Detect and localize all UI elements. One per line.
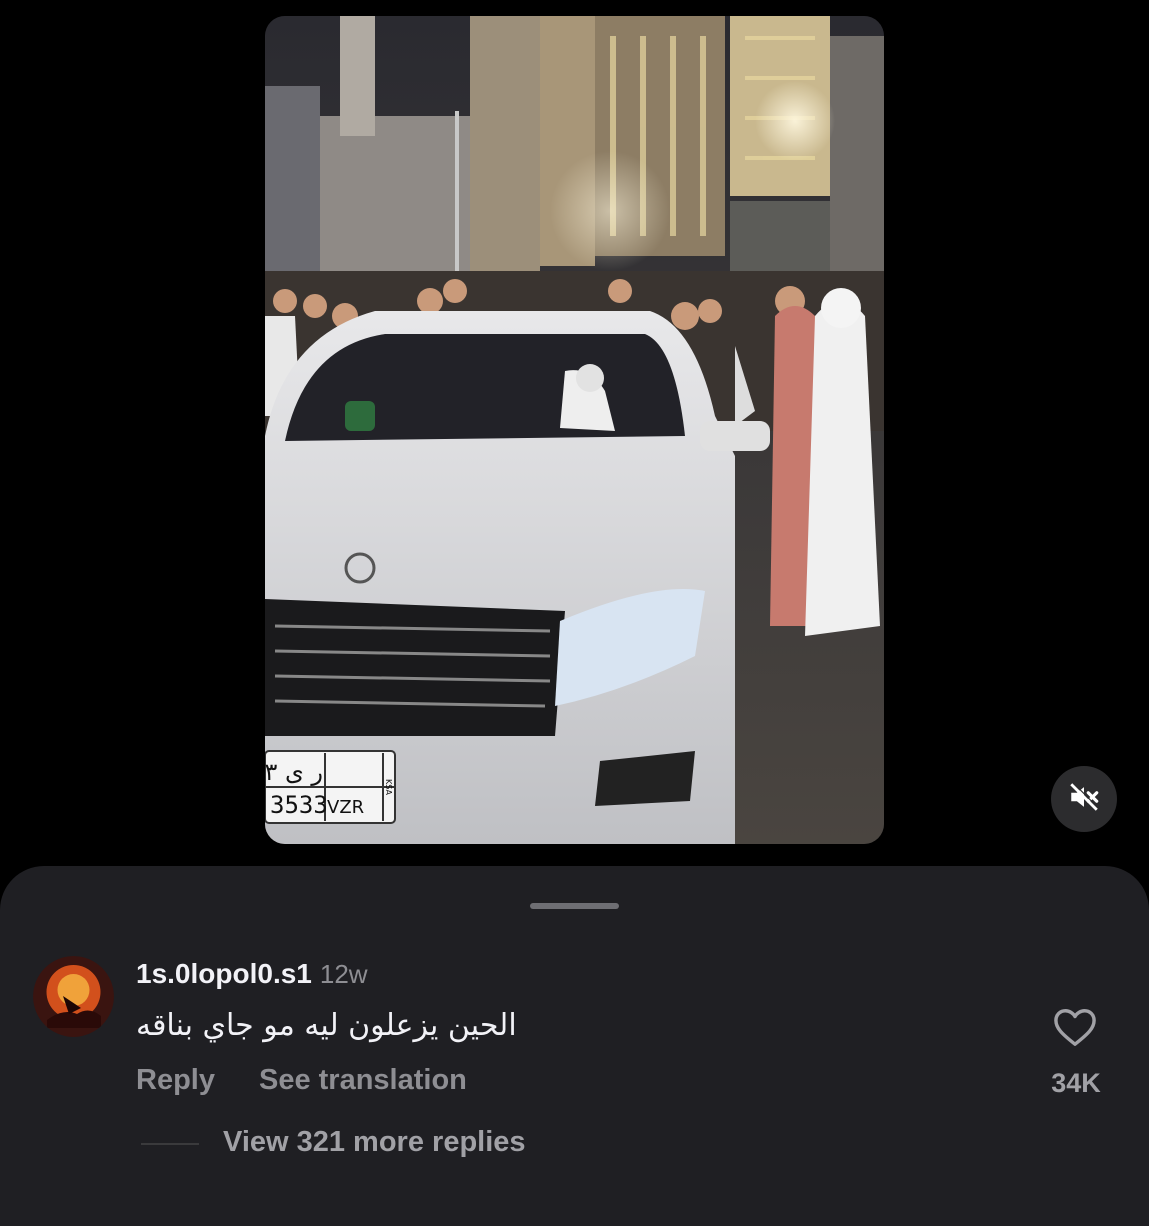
reply-button[interactable]: Reply (136, 1064, 215, 1096)
plate-arabic-number: ر ى ٣٥٣٣ (265, 758, 323, 786)
replies-divider (141, 1143, 199, 1145)
sheet-grabber[interactable] (530, 903, 619, 909)
video-player[interactable]: ر ى ٣٥٣٣ 3533 VZR KSA (265, 16, 884, 844)
plate-latin-number: 3533 (270, 791, 328, 819)
view-replies-button[interactable]: View 321 more replies (223, 1126, 526, 1159)
video-frame: ر ى ٣٥٣٣ 3533 VZR KSA (265, 16, 884, 844)
speaker-muted-icon (1067, 780, 1101, 819)
comment-timestamp: 12w (319, 959, 368, 989)
comment-username[interactable]: 1s.0lopol0.s1 (136, 958, 312, 989)
like-button[interactable] (1052, 1006, 1098, 1053)
see-translation-button[interactable]: See translation (259, 1064, 467, 1096)
like-count: 34K (1051, 1068, 1101, 1098)
heart-outline-icon (1052, 1009, 1098, 1052)
mute-button[interactable] (1051, 766, 1117, 832)
comment-text: الحين يزعلون ليه مو جاي بناقه (136, 1008, 517, 1043)
avatar[interactable] (33, 956, 114, 1037)
plate-letters: VZR (327, 797, 364, 818)
plate-country: KSA (384, 779, 393, 795)
comments-sheet: 1s.0lopol0.s1 12w الحين يزعلون ليه مو جاي… (0, 866, 1149, 1226)
